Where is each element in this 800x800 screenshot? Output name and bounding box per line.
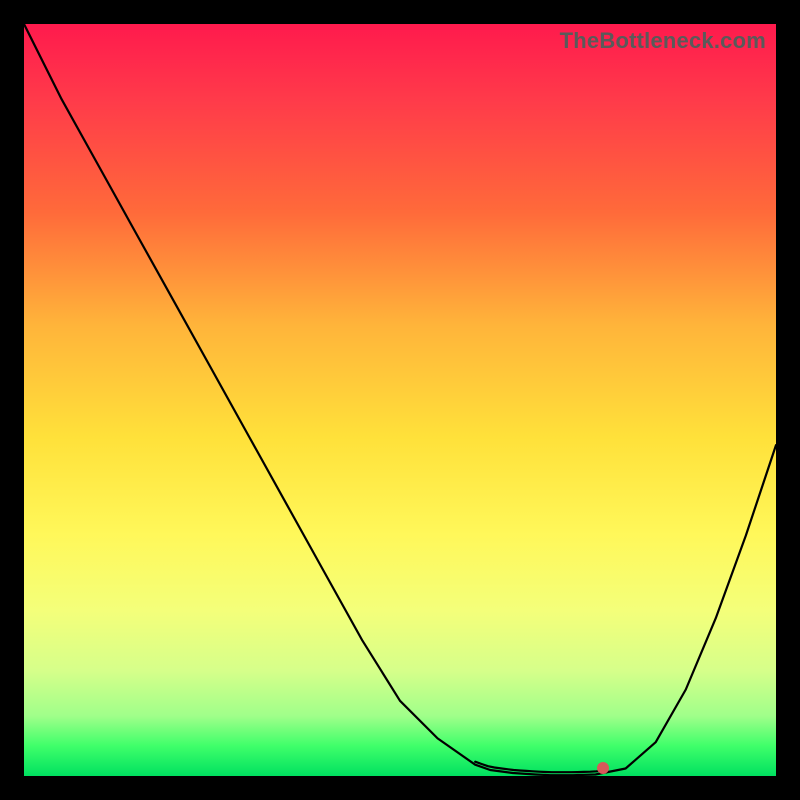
optimum-end-dot [597, 762, 609, 774]
chart-frame: TheBottleneck.com [0, 0, 800, 800]
bottleneck-curve [24, 24, 776, 776]
plot-area: TheBottleneck.com [24, 24, 776, 776]
curve-path [24, 24, 776, 775]
